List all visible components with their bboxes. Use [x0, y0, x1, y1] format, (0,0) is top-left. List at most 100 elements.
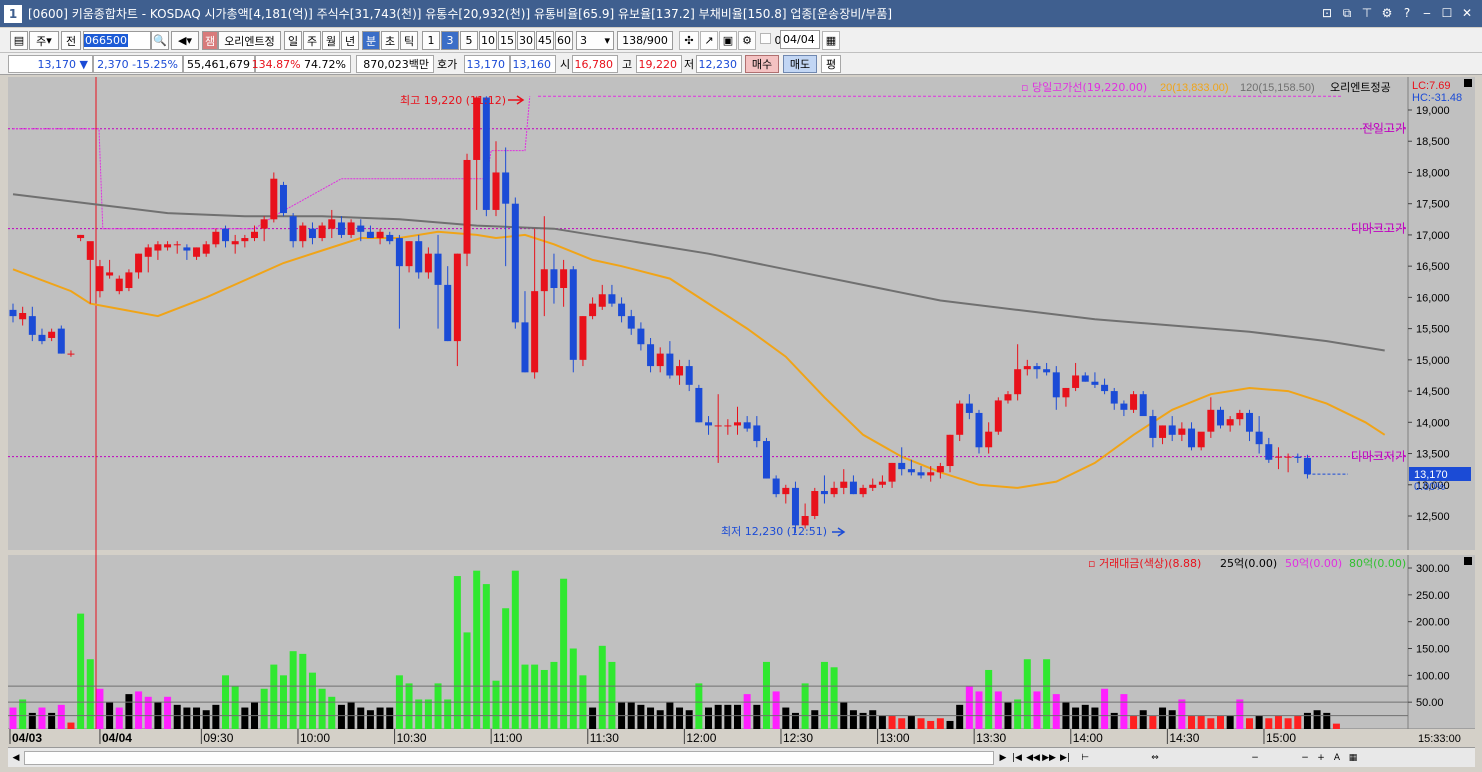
- volume-bar: [985, 669, 993, 729]
- candle-body: [1265, 444, 1273, 460]
- lc-label: LC:7.69: [1412, 80, 1451, 92]
- period-select[interactable]: 주 ▾: [29, 31, 59, 50]
- candle-body: [840, 481, 848, 488]
- amount-value: 870,023백만: [356, 55, 434, 73]
- price-tick-label: 17,500: [1416, 199, 1450, 211]
- scroll-left-icon[interactable]: ◀: [9, 750, 23, 766]
- font-icon[interactable]: A: [1330, 750, 1344, 766]
- open-price: 16,780: [572, 55, 618, 73]
- period-day[interactable]: 일: [284, 31, 302, 50]
- date-input[interactable]: 04/04: [780, 30, 820, 49]
- last-page-icon[interactable]: ▶|: [1058, 750, 1072, 766]
- price-tick-label: 15,500: [1416, 324, 1450, 336]
- interval-input[interactable]: 3 ▾: [576, 31, 614, 50]
- calendar-icon[interactable]: ▦: [822, 31, 840, 50]
- sound-icon[interactable]: ◀▾: [171, 31, 199, 50]
- ruler-icon[interactable]: ⊢: [1078, 750, 1092, 766]
- volume-tick-label: 50.00: [1416, 697, 1444, 709]
- stock-tag: 잼: [202, 31, 218, 50]
- draw-tool-icon[interactable]: ↗: [700, 31, 718, 50]
- volume-bar: [695, 683, 703, 729]
- sell-button[interactable]: 매도: [783, 55, 817, 73]
- candle-body: [482, 97, 490, 210]
- chart-svg[interactable]: 19,000 18,500 18,000 17,500 17,000 16,500 16,0…: [8, 77, 1475, 747]
- price-tick-label: 16,000: [1416, 292, 1450, 304]
- prev-button[interactable]: 전: [61, 31, 81, 50]
- interval-30[interactable]: 30: [517, 31, 535, 50]
- vol-ratio: 134.87%: [251, 57, 301, 71]
- buy-button[interactable]: 매수: [745, 55, 779, 73]
- first-page-icon[interactable]: |◀: [1010, 750, 1024, 766]
- scroll-track[interactable]: [24, 751, 994, 765]
- candle-body: [1033, 366, 1041, 370]
- interval-3[interactable]: 3: [441, 31, 459, 50]
- volume-bar: [608, 661, 616, 729]
- candle-body: [1062, 387, 1070, 398]
- candle-body: [144, 247, 152, 257]
- volume-bar: [1091, 707, 1099, 729]
- help-icon[interactable]: ?: [1398, 4, 1416, 22]
- checkbox-zero[interactable]: [760, 33, 771, 44]
- hc-label: HC:-31.48: [1412, 92, 1462, 104]
- volume-bar: [299, 653, 307, 729]
- shrink-icon[interactable]: −: [1298, 750, 1312, 766]
- period-second[interactable]: 초: [381, 31, 399, 50]
- chart-area[interactable]: 19,000 18,500 18,000 17,500 17,000 16,500 16,0…: [8, 77, 1475, 747]
- close-icon[interactable]: ✕: [1458, 4, 1476, 22]
- interval-15[interactable]: 15: [498, 31, 516, 50]
- stock-code-value: 066500: [84, 34, 128, 47]
- candle-body: [666, 353, 674, 376]
- minimize-icon[interactable]: ‒: [1418, 4, 1436, 22]
- zoom-out-icon[interactable]: −: [1248, 750, 1262, 766]
- candle-body: [444, 284, 452, 342]
- grid-icon[interactable]: ▦: [1346, 750, 1360, 766]
- high-annotation: 최고 19,220 (11:12): [400, 94, 506, 107]
- period-tick[interactable]: 틱: [400, 31, 418, 50]
- time-tick-label: 11:00: [493, 731, 522, 745]
- settings-icon[interactable]: ⚙: [1378, 4, 1396, 22]
- time-tick-label: 15:00: [1266, 731, 1296, 745]
- copy-window-icon[interactable]: ⧉: [1338, 4, 1356, 22]
- candle-body: [1043, 369, 1051, 373]
- candle-body: [260, 219, 268, 229]
- period-year[interactable]: 년: [341, 31, 359, 50]
- period-minute[interactable]: 분: [362, 31, 380, 50]
- time-tick-label: 12:30: [783, 731, 813, 745]
- candle-body: [1149, 416, 1157, 438]
- count-input[interactable]: 138/900: [617, 31, 673, 50]
- stock-code-input[interactable]: 066500: [83, 31, 151, 50]
- volume-bar: [734, 704, 741, 729]
- volume-bar: [1207, 718, 1215, 729]
- interval-60[interactable]: 60: [555, 31, 573, 50]
- gear-icon[interactable]: ⚙: [738, 31, 756, 50]
- candle-body: [357, 225, 365, 232]
- volume-bar: [772, 691, 780, 729]
- prev-page-icon[interactable]: ◀◀: [1026, 750, 1040, 766]
- link-icon[interactable]: ⊡: [1318, 4, 1336, 22]
- zoom-icon[interactable]: ⇔: [1148, 750, 1162, 766]
- next-page-icon[interactable]: ▶▶: [1042, 750, 1056, 766]
- candle-body: [830, 487, 838, 495]
- period-week[interactable]: 주: [303, 31, 321, 50]
- candle-body: [676, 366, 684, 376]
- open-label: 시: [560, 58, 571, 71]
- interval-5[interactable]: 5: [460, 31, 478, 50]
- zoom-in-icon[interactable]: +: [1314, 750, 1328, 766]
- interval-45[interactable]: 45: [536, 31, 554, 50]
- maximize-icon[interactable]: ☐: [1438, 4, 1456, 22]
- candle-body: [135, 253, 143, 273]
- volume-bar: [482, 584, 490, 729]
- chart-scrollbar[interactable]: ◀ ▶ |◀ ◀◀ ▶▶ ▶| ⊢ ⇔ − − + A ▦: [8, 747, 1475, 767]
- interval-10[interactable]: 10: [479, 31, 497, 50]
- crosshair-icon[interactable]: ✣: [679, 31, 699, 50]
- pin-icon[interactable]: ⊤: [1358, 4, 1376, 22]
- save-icon[interactable]: ▣: [719, 31, 737, 50]
- search-icon[interactable]: 🔍: [151, 31, 169, 50]
- scroll-right-icon[interactable]: ▶: [996, 750, 1010, 766]
- price-change: 2,370: [97, 57, 129, 71]
- average-button[interactable]: 평: [821, 55, 841, 73]
- interval-1[interactable]: 1: [422, 31, 440, 50]
- layout-icon[interactable]: ▤: [10, 31, 28, 50]
- candle-body: [734, 422, 741, 426]
- period-month[interactable]: 월: [322, 31, 340, 50]
